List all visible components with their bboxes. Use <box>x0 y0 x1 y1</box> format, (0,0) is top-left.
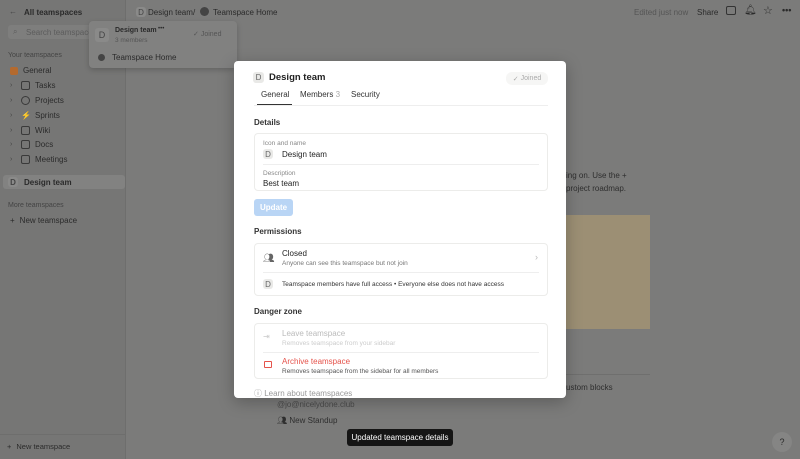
plus-icon: + <box>10 216 15 225</box>
page-text: ing on. Use the + <box>566 171 627 180</box>
footer-new-teamspace-button[interactable]: + New teamspace <box>7 442 70 451</box>
team-icon-picker[interactable]: D <box>263 149 273 159</box>
checkbox-icon <box>21 81 30 90</box>
target-icon <box>21 96 30 105</box>
breadcrumb-separator: / <box>193 8 196 17</box>
learn-link[interactable]: ⓘ Learn about teamspaces <box>254 388 352 399</box>
sidebar-item-sprints[interactable]: › ⚡ Sprints <box>10 111 60 120</box>
access-summary: Teamspace members have full access • Eve… <box>282 281 504 288</box>
permissions-heading: Permissions <box>254 227 302 236</box>
edited-status: Edited just now <box>634 8 689 17</box>
danger-zone-card: ⇥ Leave teamspace Removes teamspace from… <box>254 323 548 379</box>
home-icon <box>10 66 18 75</box>
runner-icon: ⚡ <box>21 111 31 120</box>
new-standup-link[interactable]: 👥︎ New Standup <box>277 416 337 425</box>
icon-name-label: Icon and name <box>263 140 307 147</box>
popover-title: Design team <box>115 27 157 34</box>
leave-description: Removes teamspace from your sidebar <box>282 340 396 347</box>
update-button[interactable]: Update <box>254 199 293 216</box>
sidebar-item-docs[interactable]: › Docs <box>10 140 53 149</box>
page-text: ustom blocks <box>566 383 613 392</box>
check-icon: ✓ <box>193 31 199 38</box>
popover-joined-button[interactable]: ✓ Joined <box>193 30 221 38</box>
team-icon: D <box>95 28 109 42</box>
check-icon: ✓ <box>512 75 519 83</box>
danger-zone-heading: Danger zone <box>254 307 303 316</box>
people-icon: 👥︎ <box>277 416 288 425</box>
tab-security[interactable]: Security <box>351 90 380 99</box>
email-mention[interactable]: @jo@nicelydone.club <box>277 400 355 409</box>
sidebar: ⌕ Search teamspaces Your teamspaces Gene… <box>0 0 126 459</box>
teamspace-popover: D Design team ••• 3 members ✓ Joined Tea… <box>89 21 237 68</box>
sidebar-item-general[interactable]: General <box>10 66 51 75</box>
tab-general[interactable]: General <box>261 90 289 99</box>
archive-description: Removes teamspace from the sidebar for a… <box>282 368 439 375</box>
joined-button[interactable]: ✓ Joined <box>506 72 548 85</box>
team-icon: D <box>8 177 18 187</box>
your-teamspaces-heading: Your teamspaces <box>8 52 62 59</box>
chevron-right-icon: › <box>10 141 13 148</box>
more-icon[interactable]: ••• <box>782 5 791 15</box>
leave-teamspace-button[interactable]: Leave teamspace <box>282 329 345 338</box>
sidebar-item-meetings[interactable]: › Meetings <box>10 155 67 164</box>
sidebar-item-projects[interactable]: › Projects <box>10 96 64 105</box>
details-heading: Details <box>254 118 281 127</box>
breadcrumb-page[interactable]: Teamspace Home <box>213 8 277 17</box>
archive-teamspace-button[interactable]: Archive teamspace <box>282 357 350 366</box>
star-icon[interactable]: ☆ <box>763 4 773 17</box>
cover-block <box>566 215 650 329</box>
help-circle-icon: ⓘ <box>254 389 262 398</box>
details-card: Icon and name D Design team Description … <box>254 133 548 191</box>
back-arrow-icon[interactable]: ← <box>9 7 17 16</box>
new-teamspace-link[interactable]: + New teamspace <box>10 216 77 225</box>
teamspace-settings-modal: D Design team ✓ Joined General Members 3 … <box>234 61 566 398</box>
chevron-right-icon: › <box>535 252 538 262</box>
archive-icon <box>264 361 272 368</box>
more-teamspaces-heading: More teamspaces <box>8 202 64 209</box>
all-teamspaces-title: All teamspaces <box>24 8 83 17</box>
chevron-right-icon: › <box>10 97 13 104</box>
chevron-right-icon: › <box>10 156 13 163</box>
sidebar-item-design-team[interactable]: D Design team <box>3 175 125 189</box>
leave-icon: ⇥ <box>263 332 270 341</box>
breadcrumb-team[interactable]: Design team <box>148 8 193 17</box>
toast-notification: Updated teamspace details <box>347 429 453 446</box>
chevron-right-icon: › <box>10 82 13 89</box>
popover-members: 3 members <box>115 37 148 44</box>
popover-page-link[interactable]: Teamspace Home <box>112 53 176 62</box>
chevron-right-icon: › <box>10 112 13 119</box>
description-field[interactable]: Best team <box>263 179 299 188</box>
more-icon[interactable]: ••• <box>158 26 164 32</box>
name-field[interactable]: Design team <box>282 150 327 159</box>
people-icon: 👥︎ <box>263 253 275 263</box>
bell-icon[interactable]: 🔔︎ <box>744 5 757 16</box>
tab-members[interactable]: Members 3 <box>300 90 340 99</box>
book-icon <box>21 126 30 135</box>
permission-title: Closed <box>282 249 307 258</box>
modal-title: Design team <box>269 72 326 83</box>
team-icon: D <box>136 7 146 17</box>
teamspace-home-icon <box>98 54 105 61</box>
document-icon <box>21 140 30 149</box>
calendar-icon <box>21 155 30 164</box>
sidebar-item-wiki[interactable]: › Wiki <box>10 126 50 135</box>
plus-icon: + <box>7 442 12 451</box>
description-label: Description <box>263 170 296 177</box>
team-icon: D <box>263 279 273 289</box>
permission-description: Anyone can see this teamspace but not jo… <box>282 260 408 267</box>
permissions-card[interactable]: 👥︎ Closed Anyone can see this teamspace … <box>254 243 548 296</box>
teamspace-home-icon <box>200 7 209 16</box>
sidebar-item-tasks[interactable]: › Tasks <box>10 81 55 90</box>
help-button[interactable]: ? <box>772 432 792 452</box>
comment-icon[interactable] <box>726 6 736 15</box>
chevron-right-icon: › <box>10 127 13 134</box>
team-icon: D <box>253 72 264 83</box>
share-button[interactable]: Share <box>697 8 718 17</box>
search-icon: ⌕ <box>13 27 18 36</box>
page-text: project roadmap. <box>566 184 627 193</box>
